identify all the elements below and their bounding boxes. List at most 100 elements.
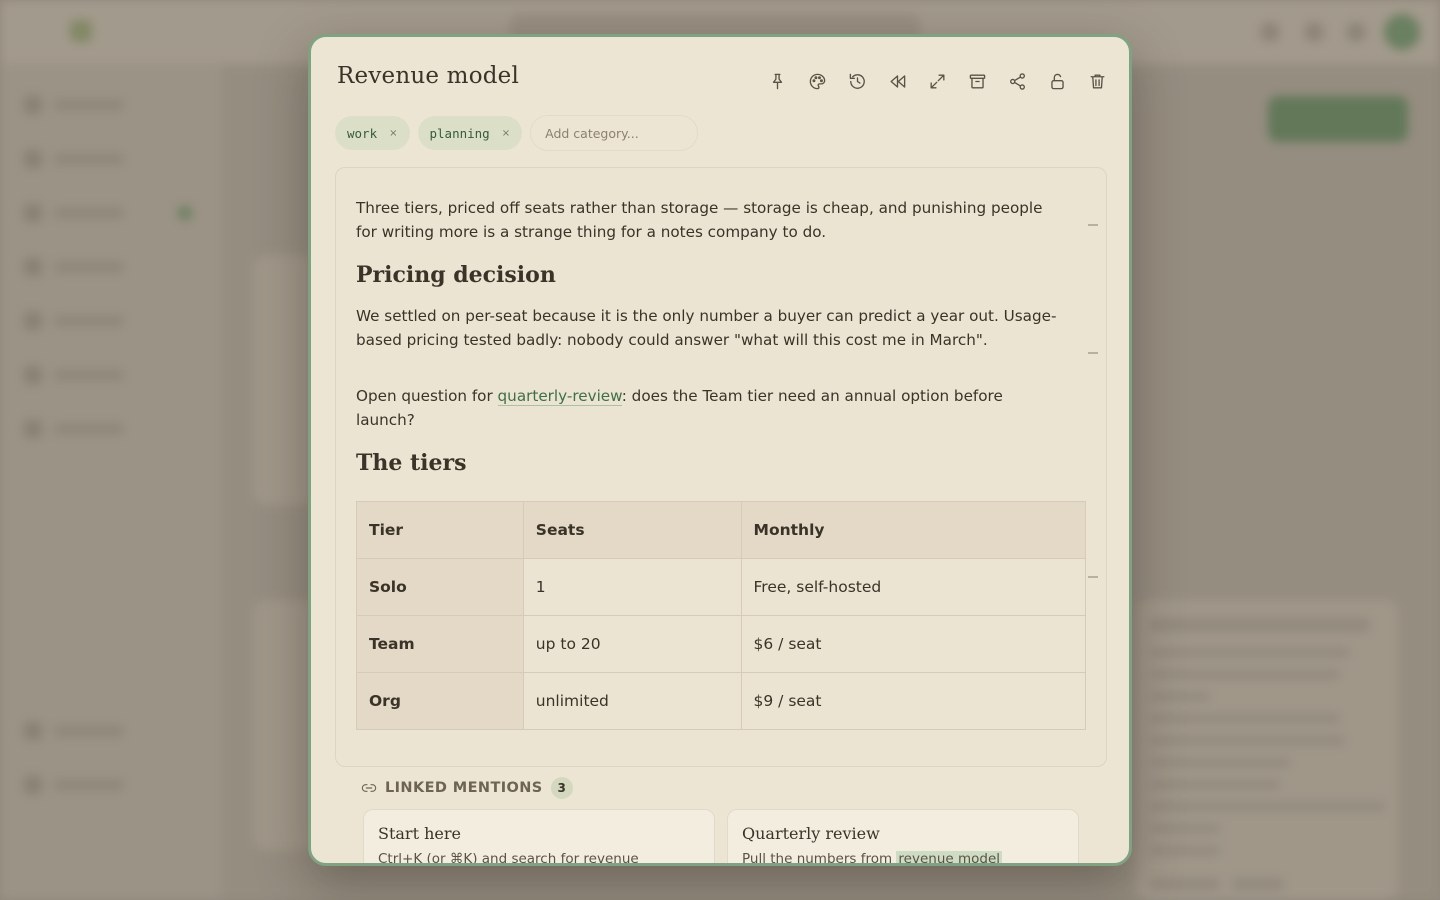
category-chip-planning[interactable]: planning ×: [417, 116, 523, 150]
linked-mentions-header[interactable]: LINKED MENTIONS 3: [361, 777, 573, 799]
bg-logo: [70, 20, 92, 42]
bg-line: [1150, 648, 1350, 657]
table-cell: Free, self-hosted: [740, 558, 1087, 616]
color-button[interactable]: [797, 67, 837, 95]
bg-sidebar: [0, 64, 222, 900]
expand-icon: [929, 73, 945, 89]
bg-line: [1150, 758, 1290, 767]
mention-title: Quarterly review: [742, 824, 880, 843]
expand-button[interactable]: [917, 67, 957, 95]
table-cell: $6 / seat: [740, 615, 1087, 673]
rewind-button[interactable]: [877, 67, 917, 95]
table-cell: Team: [356, 615, 524, 673]
table-row: Org unlimited $9 / seat: [356, 672, 1087, 730]
share-icon: [1009, 72, 1025, 90]
table-cell: 1: [522, 558, 742, 616]
mention-card-start-here[interactable]: Start here Ctrl+K (or ⌘K) and search for…: [363, 809, 715, 866]
category-chips: work × planning ×: [335, 115, 699, 151]
heading-pricing-decision: Pricing decision: [356, 262, 556, 288]
table-cell: unlimited: [522, 672, 742, 730]
drag-handle[interactable]: [1088, 576, 1098, 578]
bg-tool: [1304, 22, 1324, 42]
bg-nav-item: [24, 420, 164, 438]
table-header: Monthly: [740, 501, 1087, 559]
heading-the-tiers: The tiers: [356, 450, 467, 476]
bg-nav-item: [24, 366, 164, 384]
linked-mentions-count: 3: [550, 777, 573, 799]
bg-nav-item: [24, 776, 164, 794]
archive-icon: [969, 73, 985, 89]
paragraph-intro: Three tiers, priced off seats rather tha…: [356, 199, 1043, 241]
bg-line: [1150, 878, 1220, 890]
bg-nav-item: [24, 204, 164, 222]
add-category-input[interactable]: [530, 115, 699, 151]
note-dialog: Revenue model work × planning × Add cate…: [308, 34, 1132, 866]
bg-line: [1150, 780, 1280, 789]
bg-tool: [1346, 22, 1366, 42]
chip-label: work: [347, 125, 378, 141]
bg-card: [254, 600, 314, 850]
history-icon: [849, 73, 865, 89]
share-button[interactable]: [997, 67, 1037, 95]
mention-snippet: Pull the numbers from revenue model: [742, 851, 1064, 866]
lock-icon: [1050, 73, 1064, 89]
bg-line: [1150, 670, 1340, 679]
bg-card: [254, 255, 314, 505]
bg-nav-item: [24, 722, 164, 740]
rewind-icon: [889, 74, 905, 88]
bg-nav-item: [24, 258, 164, 276]
table-cell: up to 20: [522, 615, 742, 673]
mention-snippet: Ctrl+K (or ⌘K) and search for revenue: [378, 851, 639, 866]
bg-nav-item: [24, 312, 164, 330]
pin-button[interactable]: [757, 67, 797, 95]
delete-button[interactable]: [1077, 67, 1117, 95]
table-cell: $9 / seat: [740, 672, 1087, 730]
bg-tool: [1260, 22, 1280, 42]
bg-line: [1150, 802, 1385, 811]
table-cell: Org: [356, 672, 524, 730]
table-cell: Solo: [356, 558, 524, 616]
chip-label: planning: [429, 125, 490, 141]
linked-mentions-label: LINKED MENTIONS: [385, 780, 543, 796]
bg-badge: [178, 206, 192, 220]
bg-line: [1150, 824, 1220, 833]
table-header: Seats: [522, 501, 742, 559]
bg-nav-item: [24, 150, 164, 168]
remove-category-icon[interactable]: ×: [502, 128, 510, 139]
bg-line: [1150, 846, 1220, 855]
table-header-row: Tier Seats Monthly: [356, 501, 1087, 559]
note-editor[interactable]: Three tiers, priced off seats rather tha…: [335, 167, 1107, 767]
drag-handle[interactable]: [1088, 224, 1098, 226]
lock-button[interactable]: [1037, 67, 1077, 95]
pin-icon: [772, 73, 782, 89]
link-icon: [361, 784, 377, 792]
palette-icon: [809, 73, 825, 89]
table-row: Team up to 20 $6 / seat: [356, 615, 1087, 673]
bg-line: [1232, 878, 1284, 890]
bg-avatar: [1384, 14, 1420, 50]
note-link-quarterly-review[interactable]: quarterly-review: [497, 387, 622, 406]
bg-line: [1150, 618, 1370, 632]
drag-handle[interactable]: [1088, 352, 1098, 354]
paragraph-pricing: We settled on per-seat because it is the…: [356, 307, 1057, 349]
archive-button[interactable]: [957, 67, 997, 95]
note-toolbar: [757, 67, 1117, 95]
note-title[interactable]: Revenue model: [337, 63, 519, 89]
category-chip-work[interactable]: work ×: [335, 116, 410, 150]
tiers-table: Tier Seats Monthly Solo 1 Free, self-hos…: [356, 501, 1087, 730]
bg-new-note-button: [1268, 96, 1408, 142]
table-row: Solo 1 Free, self-hosted: [356, 558, 1087, 616]
mention-card-quarterly-review[interactable]: Quarterly review Pull the numbers from r…: [727, 809, 1079, 866]
trash-icon: [1089, 73, 1105, 89]
paragraph-open-question: Open question for quarterly-review: does…: [356, 384, 1066, 432]
history-button[interactable]: [837, 67, 877, 95]
bg-nav-item: [24, 96, 164, 114]
snippet-text: Pull the numbers from: [742, 851, 897, 866]
bg-line: [1150, 714, 1340, 723]
text: Open question for: [356, 387, 498, 405]
remove-category-icon[interactable]: ×: [389, 128, 397, 139]
bg-card: [1136, 600, 1398, 900]
snippet-highlight: revenue model: [896, 851, 1003, 866]
bg-line: [1150, 736, 1345, 745]
bg-line: [1150, 692, 1210, 701]
